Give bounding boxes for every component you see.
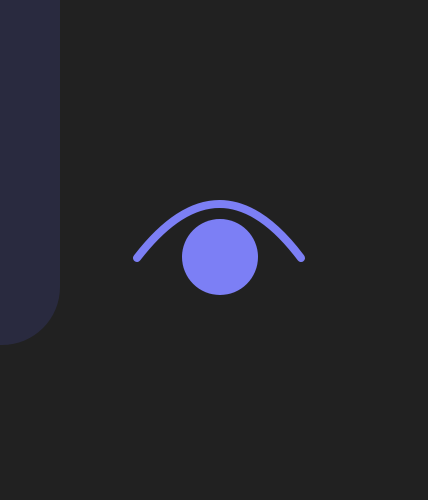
eye-pupil [182,219,258,295]
eye-icon[interactable] [125,170,315,310]
side-panel [0,0,60,345]
app-canvas [0,0,428,500]
